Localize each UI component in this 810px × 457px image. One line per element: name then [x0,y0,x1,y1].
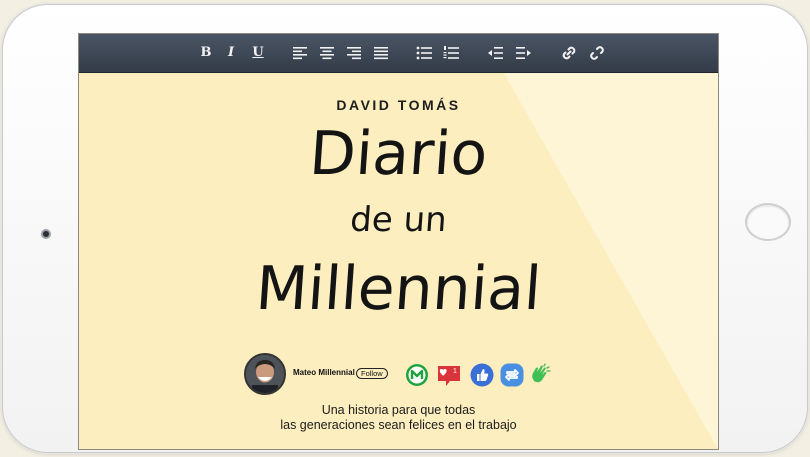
retweet-icon[interactable] [500,363,524,387]
link-icon[interactable] [560,44,578,62]
align-right-icon[interactable] [346,44,362,62]
caption-line-2: las generaciones sean felices en el trab… [280,418,517,432]
screen: B I U DAVID TOMÁS Diario de un Millennia… [78,33,719,450]
align-center-icon[interactable] [319,44,335,62]
follow-button[interactable]: Follow [356,368,388,379]
clap-icon[interactable] [528,363,552,387]
italic-button[interactable]: I [225,44,237,62]
caption-line-1: Una historia para que todas [321,403,476,417]
home-button[interactable] [745,203,791,241]
editor-toolbar: B I U [79,34,718,73]
indent-icon[interactable] [515,44,532,62]
avatar[interactable] [244,353,286,395]
outdent-icon[interactable] [487,44,504,62]
underline-button[interactable]: U [251,44,265,62]
m-logo-icon[interactable] [405,363,429,387]
title-line-3: Millennial [253,254,544,324]
align-justify-icon[interactable] [373,44,389,62]
bullet-list-icon[interactable] [416,44,433,62]
notification-count: 1 [453,368,457,375]
title-line-1: Diario [307,119,490,189]
author-name: DAVID TOMÁS [336,97,461,113]
align-left-icon[interactable] [292,44,308,62]
numbered-list-icon[interactable] [443,44,460,62]
profile-username[interactable]: Mateo Millennial [293,368,355,377]
unlink-icon[interactable] [588,44,606,62]
thumbs-up-icon[interactable] [470,363,494,387]
camera-icon [41,229,51,239]
bold-button[interactable]: B [199,44,213,62]
title-line-2: de un [348,200,449,240]
heart-notification-icon[interactable] [436,363,460,387]
